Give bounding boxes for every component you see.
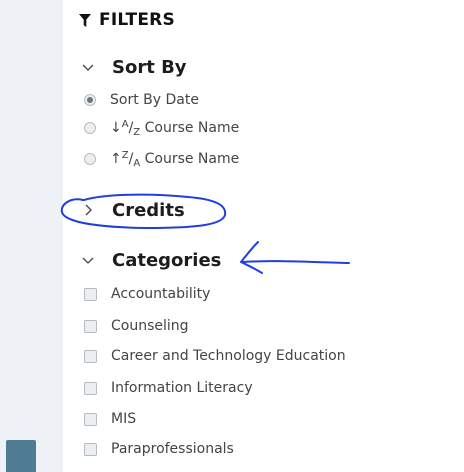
checkbox[interactable]: [84, 349, 97, 363]
credits-header[interactable]: Credits: [80, 198, 185, 222]
category-label: Information Literacy: [111, 380, 253, 396]
radio-button[interactable]: [84, 94, 96, 106]
sort-option-date[interactable]: Sort By Date: [84, 89, 199, 111]
sort-text: Course Name: [140, 151, 240, 167]
sort-by-header[interactable]: Sort By: [80, 55, 187, 79]
category-item[interactable]: Information Literacy: [84, 377, 253, 399]
category-label: MIS: [111, 411, 137, 427]
funnel-icon: [79, 13, 91, 27]
radio-button[interactable]: [84, 153, 96, 165]
sort-option-az[interactable]: ↓A/Z Course Name: [84, 117, 239, 139]
sort-sup: A: [121, 119, 129, 130]
sort-sub: A: [133, 158, 141, 169]
left-strip: [0, 0, 63, 472]
chevron-down-icon: [80, 59, 96, 75]
sort-arrow: ↓: [110, 120, 122, 136]
sort-sub: Z: [133, 127, 141, 138]
filters-header: FILTERS: [79, 9, 175, 31]
sort-by-title: Sort By: [112, 56, 187, 78]
sort-option-label: ↓A/Z Course Name: [110, 119, 240, 138]
radio-button[interactable]: [84, 122, 96, 134]
sort-sup: Z: [121, 150, 129, 161]
category-item[interactable]: MIS: [84, 408, 136, 430]
sort-option-label: ↑Z/A Course Name: [110, 150, 240, 169]
checkbox[interactable]: [84, 412, 97, 426]
categories-header[interactable]: Categories: [80, 248, 221, 272]
left-tab[interactable]: [6, 440, 36, 472]
page: FILTERS Sort By Sort By Date ↓A/Z Course…: [0, 0, 464, 472]
category-item[interactable]: Counseling: [84, 315, 189, 337]
checkbox[interactable]: [84, 319, 97, 333]
categories-title: Categories: [112, 249, 222, 271]
category-label: Paraprofessionals: [111, 441, 234, 457]
checkbox[interactable]: [84, 381, 97, 395]
category-label: Counseling: [111, 318, 189, 334]
category-label: Accountability: [111, 286, 211, 302]
category-item[interactable]: Accountability: [84, 283, 210, 305]
chevron-down-icon: [80, 252, 96, 268]
category-item[interactable]: Paraprofessionals: [84, 438, 234, 460]
sort-option-za[interactable]: ↑Z/A Course Name: [84, 148, 239, 170]
credits-title: Credits: [112, 199, 185, 221]
sort-arrow: ↑: [110, 151, 122, 167]
filters-title: FILTERS: [99, 10, 175, 30]
sort-text: Course Name: [140, 120, 240, 136]
checkbox[interactable]: [84, 442, 97, 456]
category-item[interactable]: Career and Technology Education: [84, 345, 346, 367]
sort-option-label: Sort By Date: [110, 92, 199, 108]
checkbox[interactable]: [84, 287, 97, 301]
category-label: Career and Technology Education: [111, 348, 346, 364]
chevron-right-icon: [80, 202, 96, 218]
